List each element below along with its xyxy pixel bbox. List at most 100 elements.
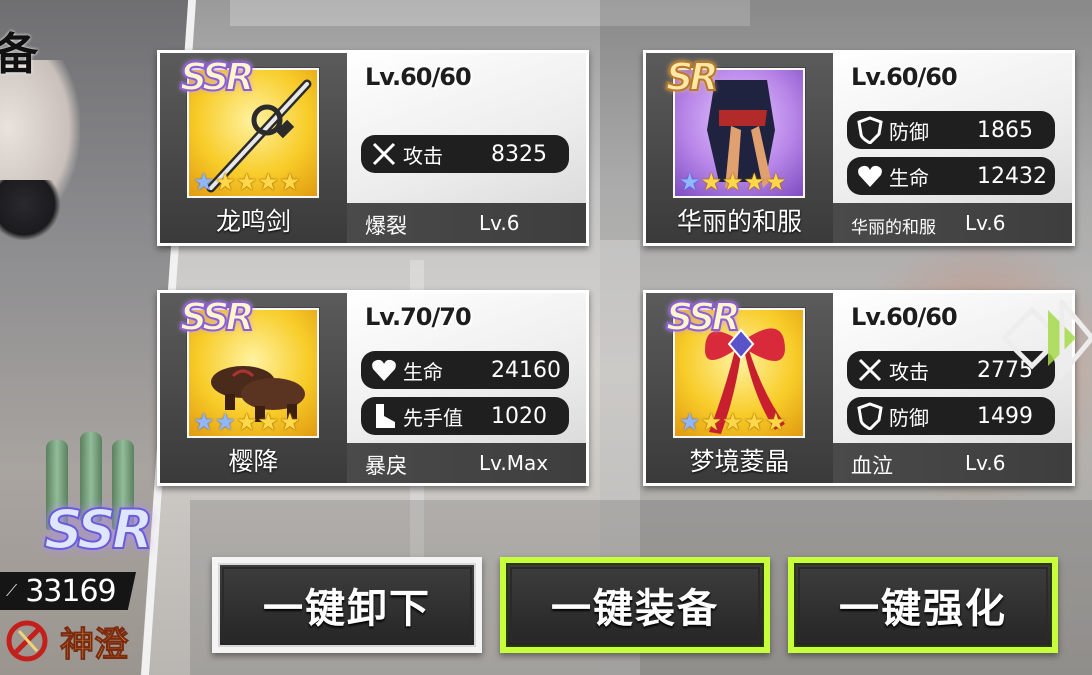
button-label: 一键装备 — [551, 586, 719, 632]
star-icon: ★ — [236, 408, 258, 436]
swords-icon — [853, 353, 887, 387]
equipment-skill-bar: 华丽的和服 Lv.6 — [833, 203, 1072, 243]
stat-label: 先手值 — [403, 405, 463, 430]
equip-all-button[interactable]: 一键装备 — [500, 557, 770, 653]
shield-icon — [853, 113, 887, 147]
star-icon: ★ — [236, 168, 258, 196]
stat-value: 24160 — [491, 357, 561, 383]
character-name: 神澄 — [60, 624, 129, 665]
star-icon: ★ — [279, 168, 301, 196]
star-icon: ★ — [214, 408, 237, 436]
star-icon: ★ — [679, 408, 701, 436]
sword-icon: ⟋ — [6, 581, 18, 600]
stat-attack: 攻击 8325 — [361, 135, 569, 173]
stat-label: 攻击 — [889, 359, 929, 384]
equipment-skill-bar: 暴戾 Lv.Max — [347, 443, 586, 483]
star-icon: ★ — [193, 168, 215, 196]
character-rarity-badge: SSR — [43, 497, 154, 562]
stat-label: 生命 — [889, 165, 929, 190]
equipment-art-panel: ★ ★ ★ ★ ★ SSR 梦境菱晶 — [646, 293, 833, 483]
equipment-level: Lv.70/70 — [365, 303, 472, 331]
equipment-name: 梦境菱晶 — [689, 447, 790, 476]
button-label: 一键强化 — [839, 586, 1007, 632]
star-icon: ★ — [765, 408, 787, 436]
boot-icon — [367, 399, 401, 433]
stat-defense: 防御 1499 — [847, 397, 1055, 435]
stat-hp: 生命 12432 — [847, 157, 1055, 195]
stat-label: 防御 — [889, 405, 929, 430]
skill-level: Lv.6 — [479, 211, 520, 235]
skill-level: Lv.Max — [479, 451, 549, 475]
rarity-badge: SSR — [179, 54, 256, 100]
equipment-card-shoes[interactable]: ★ ★ ★ ★ ★ SSR 樱降 Lv.70/70 生命 24160 先手值 1… — [157, 290, 589, 486]
skill-name: 华丽的和服 — [851, 218, 936, 238]
rarity-badge: SSR — [665, 294, 742, 340]
skill-name: 暴戾 — [365, 454, 407, 478]
star-icon: ★ — [193, 408, 215, 436]
enhance-all-button[interactable]: 一键强化 — [788, 557, 1058, 653]
rarity-badge: SSR — [179, 294, 256, 340]
equipment-name: 华丽的和服 — [676, 207, 802, 236]
button-face: 一键装备 — [506, 563, 764, 647]
equipment-card-armor[interactable]: ★ ★ ★ ★ ★ SR 华丽的和服 Lv.60/60 防御 1865 生命 1… — [643, 50, 1075, 246]
equipment-art-panel: ★ ★ ★ ★ ★ SR 华丽的和服 — [646, 53, 833, 243]
equipment-card-weapon[interactable]: ★ ★ ★ ★ ★ SSR 龙鸣剑 Lv.60/60 攻击 8325 爆裂 Lv… — [157, 50, 589, 246]
button-face: 一键强化 — [794, 563, 1052, 647]
star-icon: ★ — [257, 408, 280, 436]
star-rating: ★ ★ ★ ★ ★ — [679, 410, 787, 434]
stat-value: 1020 — [491, 403, 547, 429]
heart-icon — [367, 353, 401, 387]
heart-icon — [853, 159, 887, 193]
equipment-level: Lv.60/60 — [365, 63, 472, 91]
star-icon: ★ — [722, 168, 744, 196]
star-icon: ★ — [257, 168, 280, 196]
button-face: 一键卸下 — [218, 563, 476, 647]
swords-icon — [367, 137, 401, 171]
stat-value: 8325 — [491, 141, 547, 167]
stat-label: 攻击 — [403, 143, 443, 168]
stat-label: 生命 — [403, 359, 443, 384]
star-icon: ★ — [700, 168, 723, 196]
star-rating: ★ ★ ★ ★ ★ — [193, 170, 301, 194]
equipment-art-panel: ★ ★ ★ ★ ★ SSR 龙鸣剑 — [160, 53, 347, 243]
skill-level: Lv.6 — [965, 211, 1006, 235]
skill-name: 爆裂 — [365, 214, 407, 238]
faction-crest-icon — [0, 614, 54, 668]
unequip-all-button[interactable]: 一键卸下 — [212, 557, 482, 653]
star-icon: ★ — [700, 408, 723, 436]
button-label: 一键卸下 — [263, 586, 431, 632]
star-icon: ★ — [722, 408, 744, 436]
character-power: ⟋ 33169 — [0, 572, 136, 610]
stat-label: 防御 — [889, 119, 929, 144]
power-value: 33169 — [25, 573, 116, 609]
star-icon: ★ — [679, 168, 701, 196]
stat-value: 1499 — [977, 403, 1033, 429]
stat-hp: 生命 24160 — [361, 351, 569, 389]
shield-icon — [853, 399, 887, 433]
equipment-level: Lv.60/60 — [851, 303, 958, 331]
stat-initiative: 先手值 1020 — [361, 397, 569, 435]
character-name-row: 神澄 — [0, 614, 129, 668]
equipment-level: Lv.60/60 — [851, 63, 958, 91]
equipment-skill-bar: 血泣 Lv.6 — [833, 443, 1072, 483]
stat-defense: 防御 1865 — [847, 111, 1055, 149]
equipment-name: 樱降 — [228, 447, 279, 476]
stat-value: 12432 — [977, 163, 1047, 189]
star-icon: ★ — [214, 168, 237, 196]
star-rating: ★ ★ ★ ★ ★ — [679, 170, 787, 194]
skill-level: Lv.6 — [965, 451, 1006, 475]
rarity-badge: SR — [665, 54, 720, 100]
equipment-art-panel: ★ ★ ★ ★ ★ SSR 樱降 — [160, 293, 347, 483]
page-title-fragment: 备 — [0, 29, 38, 80]
star-icon: ★ — [279, 408, 301, 436]
star-icon: ★ — [765, 168, 787, 196]
star-rating: ★ ★ ★ ★ ★ — [193, 410, 301, 434]
equipment-skill-bar: 爆裂 Lv.6 — [347, 203, 586, 243]
equipment-name: 龙鸣剑 — [215, 207, 291, 236]
stat-value: 1865 — [977, 117, 1033, 143]
character-portrait-arm — [0, 180, 60, 240]
next-page-arrow-icon[interactable] — [1000, 295, 1092, 381]
star-icon: ★ — [743, 408, 766, 436]
star-icon: ★ — [743, 168, 766, 196]
skill-name: 血泣 — [851, 454, 893, 478]
